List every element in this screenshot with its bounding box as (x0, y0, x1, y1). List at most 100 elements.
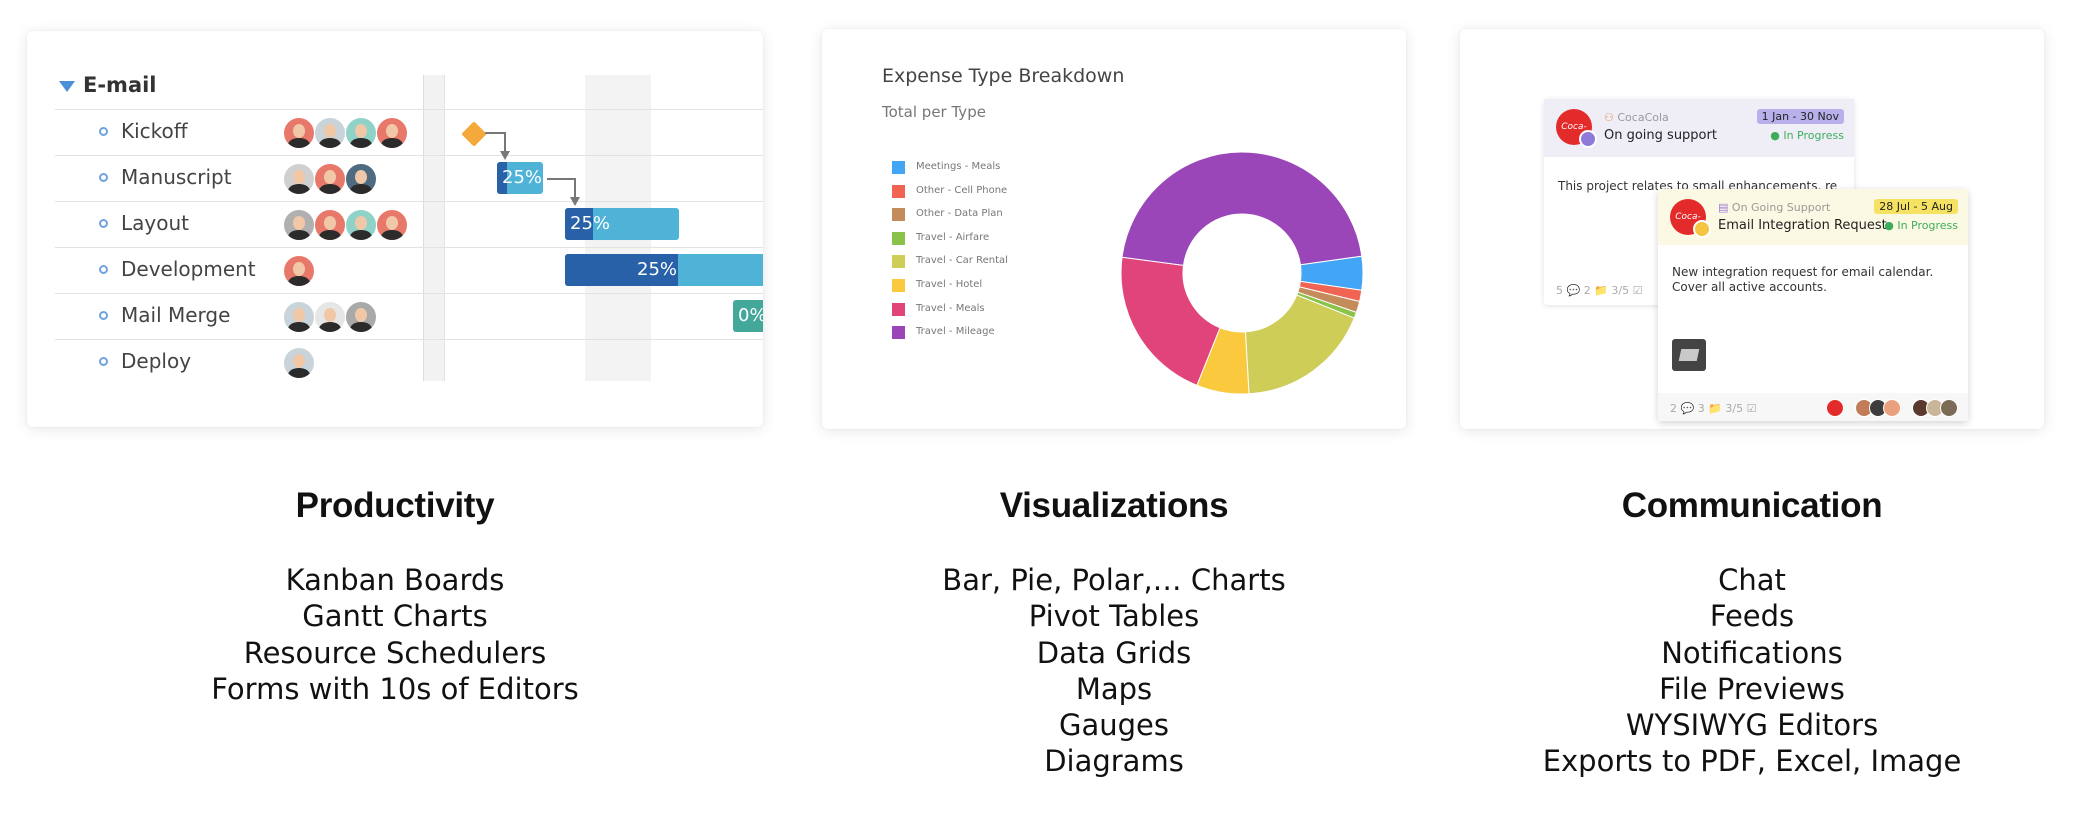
legend-label: Other - Cell Phone (916, 184, 1008, 196)
avatar (314, 117, 346, 149)
avatar (283, 347, 315, 379)
chart-preview-card: Expense Type Breakdown Total per Type Me… (822, 29, 1406, 429)
task-name: Manuscript (121, 165, 232, 189)
legend-label: Travel - Hotel (916, 278, 983, 290)
communication-preview-card: Coca-Cola ⚇ CocaCola On going support 1 … (1460, 29, 2044, 429)
status-text: In Progress (1897, 219, 1958, 232)
legend-swatch (892, 278, 905, 292)
task-avatars (283, 255, 315, 287)
feature-item: Exports to PDF, Excel, Image (1542, 744, 1962, 779)
avatar (314, 301, 346, 333)
avatar (376, 117, 408, 149)
gantt-bar-development[interactable]: 25% (565, 254, 763, 286)
avatar (314, 163, 346, 195)
gantt-task-row[interactable]: Manuscript (55, 155, 763, 201)
feed-card-header: Coca-Cola ⚇ CocaCola On going support 1 … (1544, 99, 1854, 168)
task-bullet-icon (99, 311, 108, 320)
gantt-preview-card: E-mail Kickoff Manuscript Layout Develop… (27, 31, 763, 427)
avatar (345, 301, 377, 333)
task-avatars (283, 209, 408, 241)
task-avatars (283, 347, 315, 379)
feature-item: Notifications (1661, 635, 1843, 670)
body-line: Cover all active accounts. (1672, 280, 1827, 294)
legend-label: Travel - Car Rental (916, 255, 1008, 267)
tag-text: CocaCola (1617, 111, 1669, 124)
task-bullet-icon (99, 173, 108, 182)
gantt-bar-mail-merge[interactable]: 0% (733, 300, 763, 332)
status-label: ● In Progress (1770, 129, 1844, 142)
avatar (283, 301, 315, 333)
status-label: ● In Progress (1884, 219, 1958, 232)
handshake-icon: ⚇ (1604, 111, 1614, 124)
feed-card-tag: ▤ On Going Support (1718, 201, 1830, 214)
legend-label: Travel - Airfare (916, 231, 990, 243)
feature-item: Resource Schedulers (243, 635, 547, 670)
bar-percent-label: 25% (570, 213, 611, 234)
file-preview-thumbnail[interactable] (1672, 339, 1706, 371)
collapse-triangle-icon[interactable] (59, 80, 75, 92)
task-bullet-icon (99, 219, 108, 228)
feature-item: Diagrams (1044, 744, 1184, 779)
feature-list: Bar, Pie, Polar,… Charts Pivot Tables Da… (764, 562, 1464, 780)
date-range-badge: 28 Jul - 5 Aug (1874, 199, 1958, 214)
chart-subtitle: Total per Type (882, 103, 986, 121)
gantt-bar-manuscript[interactable]: 25% (497, 162, 543, 194)
feed-card-title: Email Integration Request (1718, 218, 1887, 233)
status-text: In Progress (1783, 129, 1844, 142)
tag-text: On Going Support (1731, 201, 1831, 214)
gantt-bar-layout[interactable]: 25% (565, 208, 679, 240)
avatar (345, 163, 377, 195)
assignee-badge (1579, 130, 1597, 148)
bar-percent-label: 25% (502, 167, 543, 188)
task-avatars (283, 163, 377, 195)
donut-slice[interactable] (1121, 151, 1363, 266)
legend-swatch (892, 161, 905, 174)
task-name: Mail Merge (121, 303, 231, 327)
legend-label: Meetings - Meals (916, 161, 1001, 172)
feature-item: Data Grids (1036, 635, 1192, 670)
gantt-group-header[interactable]: E-mail (59, 73, 157, 97)
feature-list: Chat Feeds Notifications File Previews W… (1402, 562, 2078, 780)
avatar (1882, 399, 1901, 417)
task-name: Layout (121, 211, 189, 235)
legend-label: Travel - Mileage (916, 326, 995, 338)
task-name: Development (121, 257, 256, 281)
avatar (345, 117, 377, 149)
column-title: Communication (1621, 486, 1883, 525)
avatar (376, 209, 408, 241)
chart-title: Expense Type Breakdown (882, 65, 1125, 87)
feed-card-header: Coca-Cola ▤ On Going Support Email Integ… (1658, 189, 1968, 258)
legend-swatch (892, 302, 905, 316)
feature-item: Maps (1075, 671, 1153, 706)
company-logo: Coca-Cola (1670, 199, 1711, 258)
avatar (345, 209, 377, 241)
company-logo: Coca-Cola (1556, 109, 1597, 168)
donut-chart[interactable] (1092, 139, 1392, 409)
gantt-task-row[interactable]: Mail Merge (55, 293, 763, 339)
feed-card[interactable]: Coca-Cola ▤ On Going Support Email Integ… (1658, 189, 1968, 421)
clipboard-icon: ▤ (1718, 201, 1729, 214)
column-title: Visualizations (999, 486, 1229, 525)
feature-item: Bar, Pie, Polar,… Charts (942, 563, 1286, 597)
gantt-task-row[interactable]: Deploy (55, 339, 763, 385)
assignee-badge (1693, 220, 1711, 238)
gantt-group-label: E-mail (83, 73, 157, 97)
task-avatars (283, 301, 377, 333)
task-name: Deploy (121, 349, 192, 373)
avatar (283, 163, 315, 195)
communication-column: Communication Chat Feeds Notifications F… (1402, 486, 2078, 780)
feature-item: Chat (1718, 563, 1786, 597)
avatar (283, 255, 315, 287)
feed-card-footer-bar: 2 💬 3 📁 3/5 ☑ (1658, 393, 1968, 421)
feed-card-tag: ⚇ CocaCola (1604, 111, 1669, 124)
avatar (283, 117, 315, 149)
feature-item: Forms with 10s of Editors (211, 671, 579, 706)
legend-swatch (892, 184, 905, 198)
gantt-task-row[interactable]: Kickoff (55, 109, 763, 155)
feature-item: Gauges (1059, 708, 1169, 743)
column-title: Productivity (295, 486, 495, 525)
legend-swatch (892, 326, 905, 340)
feed-card-body: New integration request for email calend… (1672, 265, 1952, 295)
legend-swatch (892, 231, 905, 245)
feature-item: File Previews (1659, 671, 1845, 706)
